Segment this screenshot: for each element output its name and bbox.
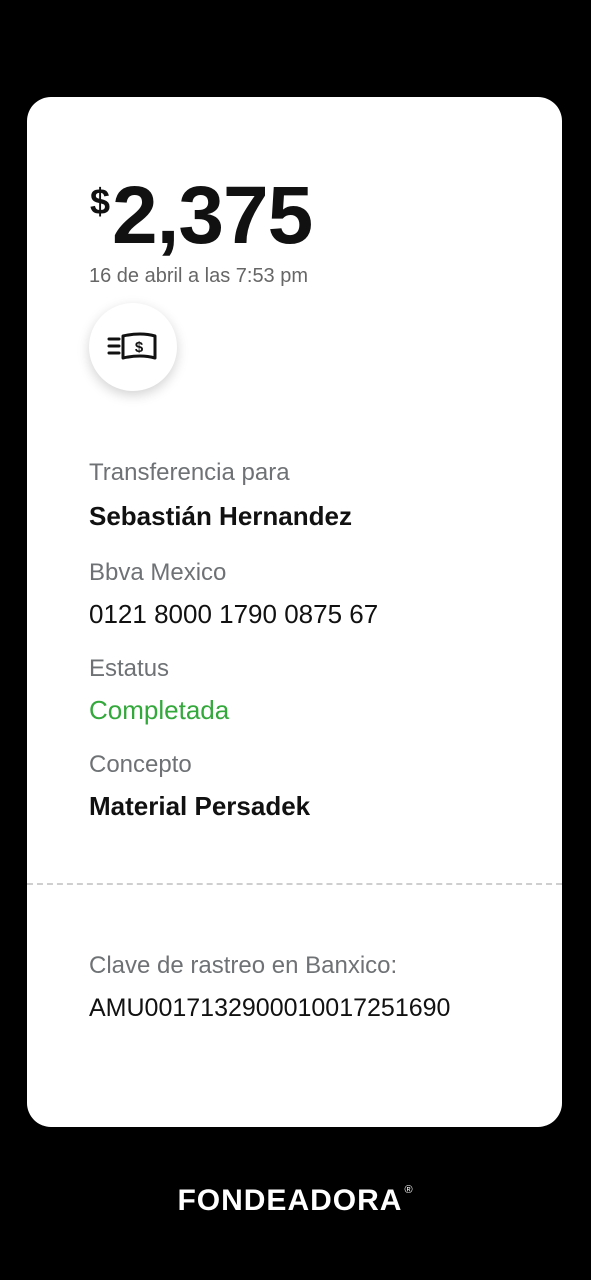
status-label: Estatus <box>89 655 170 682</box>
tracking-key-label: Clave de rastreo en Banxico: <box>89 952 398 979</box>
currency-symbol: $ <box>90 181 111 222</box>
recipient-name: Sebastián Hernandez <box>89 501 352 531</box>
page: $ 2,375 16 de abril a las 7:53 pm $ Tran… <box>0 0 591 1280</box>
dashed-divider <box>27 883 562 885</box>
cash-transfer-icon-graphic: $ <box>107 332 157 360</box>
concept-value: Material Persadek <box>89 791 311 821</box>
transaction-timestamp: 16 de abril a las 7:53 pm <box>89 265 309 287</box>
tracking-key-value: AMU0017132900010017251690 <box>89 994 451 1022</box>
status-badge: Completada <box>89 695 230 725</box>
transaction-amount: 2,375 <box>112 170 313 261</box>
svg-text:$: $ <box>135 339 144 356</box>
cash-transfer-icon: $ <box>89 303 177 391</box>
concept-label: Concepto <box>89 751 192 778</box>
amount-display: $ 2,375 <box>90 170 313 265</box>
bank-name: Bbva Mexico <box>89 559 227 586</box>
account-number: 0121 8000 1790 0875 67 <box>89 599 379 629</box>
brand-name: FONDEADORA <box>177 1184 403 1217</box>
brand-logo: FONDEADORA ® <box>0 1184 591 1218</box>
recipient-label: Transferencia para <box>89 459 290 486</box>
receipt-card: $ 2,375 16 de abril a las 7:53 pm $ Tran… <box>27 97 562 1127</box>
registered-mark: ® <box>404 1184 414 1196</box>
